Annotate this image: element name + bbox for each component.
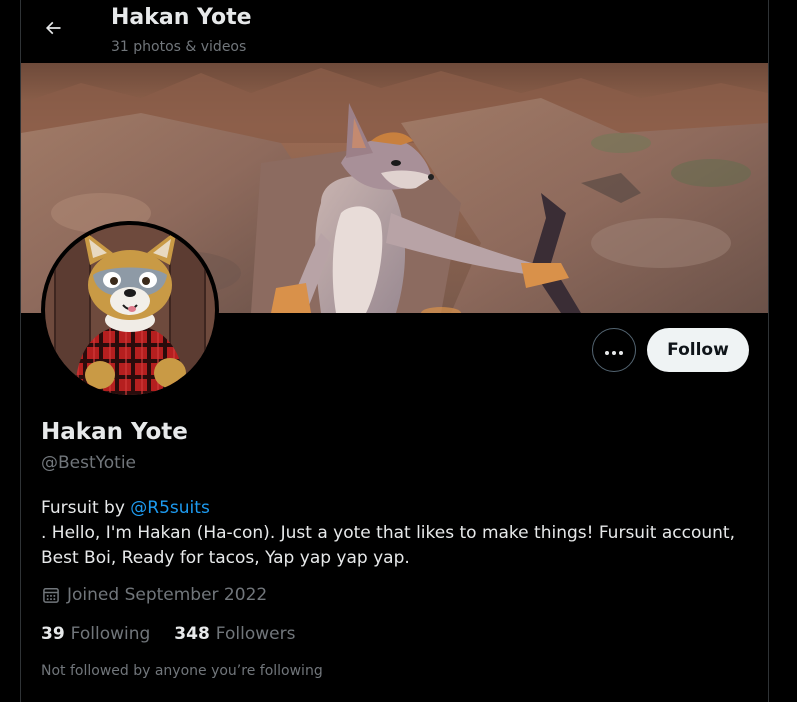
joined-text: Joined September 2022 — [67, 585, 268, 605]
more-dots-icon — [604, 341, 624, 360]
profile-display-name: Hakan Yote — [41, 419, 188, 445]
following-count: 39 — [41, 624, 65, 644]
profile-handle: @BestYotie — [41, 453, 137, 473]
bio-line-3: Best Boi, Ready for tacos, Yap yap yap y… — [41, 548, 410, 568]
bio-mention-link[interactable]: @R5suits — [130, 498, 210, 518]
arrow-left-icon — [43, 18, 63, 42]
bio-line-2: . Hello, I'm Hakan (Ha-con). Just a yote… — [41, 523, 736, 543]
followers-count: 348 — [174, 624, 210, 644]
back-button[interactable] — [34, 11, 72, 49]
joined-date: Joined September 2022 — [41, 585, 267, 605]
followers-link[interactable]: 348 Followers — [174, 624, 295, 644]
follow-stats: 39 Following 348 Followers — [41, 624, 295, 644]
following-link[interactable]: 39 Following — [41, 624, 150, 644]
followers-label: Followers — [215, 624, 296, 644]
calendar-icon — [41, 585, 61, 605]
followed-by-note: Not followed by anyone you’re following — [41, 663, 323, 679]
profile-bio: Fursuit by @R5suits . Hello, I'm Hakan (… — [41, 496, 751, 571]
bio-line-1: Fursuit by @R5suits — [41, 496, 751, 521]
follow-button[interactable]: Follow — [647, 328, 749, 372]
header-post-count: 31 photos & videos — [111, 39, 247, 55]
more-options-button[interactable] — [592, 328, 636, 372]
header-title: Hakan Yote — [111, 5, 252, 30]
following-label: Following — [70, 624, 151, 644]
avatar[interactable] — [41, 221, 219, 399]
bio-prefix: Fursuit by — [41, 498, 131, 518]
